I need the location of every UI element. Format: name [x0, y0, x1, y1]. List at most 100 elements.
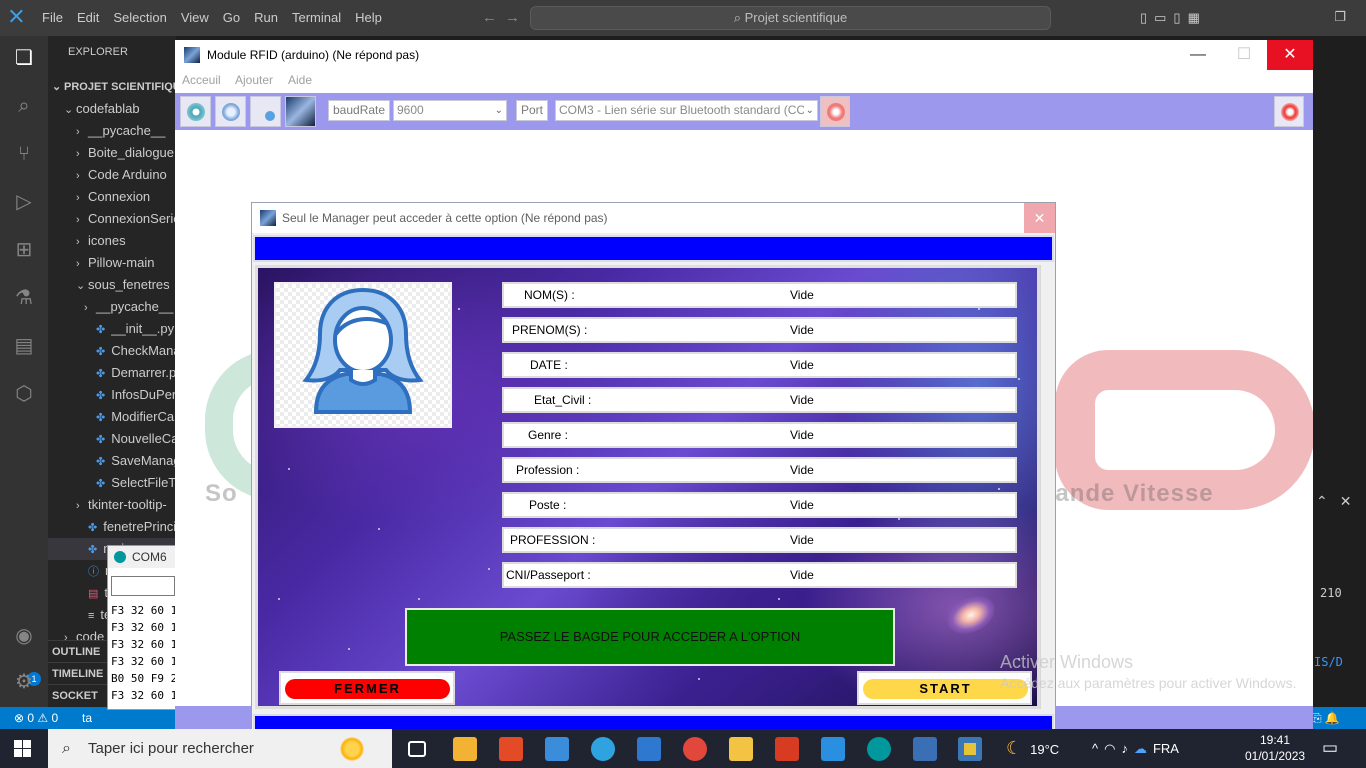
rfid-menu-acceuil[interactable]: Acceuil — [182, 73, 221, 87]
info-field-label: Poste : — [529, 498, 567, 512]
rfid-menu-aide[interactable]: Aide — [288, 73, 312, 87]
system-tray[interactable]: ^◠♪☁FRA — [1092, 729, 1179, 768]
dialog-scrollbar[interactable] — [1040, 265, 1054, 709]
explorer-item[interactable]: › Pillow-main — [48, 252, 176, 274]
menu-run[interactable]: Run — [254, 10, 278, 25]
snipping-taskbar-icon[interactable] — [913, 737, 937, 761]
explorer-item[interactable]: › __pycache__ — [48, 296, 176, 318]
settings-button[interactable] — [285, 96, 316, 127]
power-button[interactable] — [1274, 96, 1304, 127]
volume-icon[interactable]: ♪ — [1121, 741, 1134, 756]
cloud-button[interactable] — [215, 96, 246, 127]
baudrate-select[interactable]: 9600 ⌄ — [393, 100, 507, 121]
fermer-button[interactable]: FERMER — [285, 679, 450, 699]
menu-file[interactable]: File — [42, 10, 63, 25]
explorer-item[interactable]: ✤ __init__.py — [48, 318, 176, 340]
fermer-button-frame[interactable]: FERMER — [279, 671, 455, 705]
office-2-taskbar-icon[interactable] — [775, 737, 799, 761]
layout-toggle-icons[interactable]: ▯▭▯▦ — [1140, 10, 1207, 26]
nav-arrows-icon[interactable]: ←→ — [482, 9, 528, 26]
explorer-item[interactable]: › __pycache__ — [48, 120, 176, 142]
serial-monitor-window[interactable]: COM6 F3 32 60 1 F3 32 60 1 F3 32 60 1 F3 32… — [107, 545, 179, 710]
connect-button[interactable] — [820, 96, 850, 127]
explorer-item[interactable]: › tkinter-tooltip- — [48, 494, 176, 516]
explorer-item[interactable]: › Code Arduino — [48, 164, 176, 186]
edge-taskbar-icon[interactable] — [591, 737, 615, 761]
python-taskbar-icon[interactable] — [958, 737, 982, 761]
explorer-item[interactable]: ✤ InfosDuPerso — [48, 384, 176, 406]
status-icons[interactable]: ⎘ 🔔 — [1312, 707, 1340, 729]
problems-status[interactable]: ⊗ 0 ⚠ 0 — [14, 707, 58, 729]
maximize-icon[interactable]: ☐ — [1221, 40, 1267, 70]
close-icon[interactable]: ✕ — [1024, 203, 1055, 233]
language-indicator[interactable]: FRA — [1153, 741, 1179, 756]
explorer-item[interactable]: ⌄ PROJET SCIENTIFIQUE — [48, 76, 176, 98]
chevron-up-icon[interactable]: ⌃ — [1316, 493, 1340, 509]
menu-go[interactable]: Go — [223, 10, 240, 25]
mail-taskbar-icon[interactable] — [637, 737, 661, 761]
vscode-menu-bar: File Edit Selection View Go Run Terminal Help — [42, 10, 396, 25]
explorer-item[interactable]: ✤ ModifierCarte — [48, 406, 176, 428]
explorer-item[interactable]: ✤ SelectFileToRe — [48, 472, 176, 494]
office-taskbar-icon[interactable] — [499, 737, 523, 761]
info-file-icon: ⓘ — [88, 566, 99, 578]
explorer-item[interactable]: ⌄ sous_fenetres — [48, 274, 176, 296]
taskbar-search-box[interactable]: ⌕ Taper ici pour rechercher — [48, 729, 392, 768]
task-view-taskbar-icon[interactable] — [408, 741, 426, 757]
rfid-menu-ajouter[interactable]: Ajouter — [235, 73, 273, 87]
docker-icon[interactable]: ⬡ — [12, 382, 36, 406]
explorer-item[interactable]: ✤ SaveManager — [48, 450, 176, 472]
account-icon[interactable]: ◉ — [12, 624, 36, 648]
home-button[interactable] — [180, 96, 211, 127]
settings-gear-icon[interactable]: ⚙ — [12, 670, 36, 694]
add-file-button[interactable] — [250, 96, 281, 127]
file-explorer-taskbar-icon[interactable] — [729, 737, 753, 761]
menu-edit[interactable]: Edit — [77, 10, 99, 25]
minimize-icon[interactable]: — — [1175, 40, 1221, 70]
explorer-item[interactable]: ✤ CheckManager — [48, 340, 176, 362]
testing-icon[interactable]: ⚗ — [12, 286, 36, 310]
explorer-icon[interactable]: ❏ — [12, 46, 36, 70]
chrome-taskbar-icon[interactable] — [683, 737, 707, 761]
menu-selection[interactable]: Selection — [113, 10, 166, 25]
chevron-up-icon[interactable]: ^ — [1092, 741, 1104, 756]
status-extra[interactable]: ta — [82, 707, 92, 729]
terminal-link[interactable]: IS/D — [1314, 655, 1343, 669]
weather-widget[interactable]: ☾ 19°C — [1006, 729, 1059, 768]
command-center-search[interactable]: ⌕ Projet scientifique — [530, 6, 1051, 30]
menu-help[interactable]: Help — [355, 10, 382, 25]
vscode-window-controls[interactable]: ❐ — [1334, 9, 1356, 25]
serial-input-field[interactable] — [111, 576, 175, 596]
port-select[interactable]: COM3 - Lien série sur Bluetooth standard… — [555, 100, 818, 121]
arduino-taskbar-icon[interactable] — [867, 737, 891, 761]
explorer-item[interactable]: ✤ fenetrePrincipa — [48, 516, 176, 538]
run-debug-icon[interactable]: ▷ — [12, 190, 36, 214]
minimap — [1314, 62, 1360, 502]
notification-icon[interactable]: ▭ — [1322, 738, 1338, 758]
menu-terminal[interactable]: Terminal — [292, 10, 341, 25]
explorer-item[interactable]: › icones — [48, 230, 176, 252]
search-icon[interactable]: ⌕ — [12, 94, 36, 118]
remote-explorer-icon[interactable]: ▤ — [12, 334, 36, 358]
explorer-item[interactable]: › Boite_dialogue — [48, 142, 176, 164]
source-control-icon[interactable]: ⑂ — [12, 142, 36, 166]
explorer-item[interactable]: ✤ NouvelleCarte — [48, 428, 176, 450]
explorer-item[interactable]: › ConnexionSerie — [48, 208, 176, 230]
onedrive-icon[interactable]: ☁ — [1134, 741, 1153, 756]
explorer-item[interactable]: › Connexion — [48, 186, 176, 208]
extensions-icon[interactable]: ⊞ — [12, 238, 36, 262]
taskbar-clock[interactable]: 19:41 01/01/2023 — [1245, 732, 1305, 764]
clock-time: 19:41 — [1259, 733, 1291, 747]
photos-taskbar-icon[interactable] — [545, 737, 569, 761]
vscode-taskbar-icon[interactable] — [821, 737, 845, 761]
explorer-item[interactable]: ⌄ codefablab — [48, 98, 176, 120]
wifi-icon[interactable]: ◠ — [1104, 741, 1121, 756]
explorer-item[interactable]: ✤ Demarrer.py — [48, 362, 176, 384]
menu-view[interactable]: View — [181, 10, 209, 25]
close-icon[interactable]: ✕ — [1267, 40, 1313, 70]
windows-start-icon[interactable] — [14, 740, 31, 757]
store-taskbar-icon[interactable] — [453, 737, 477, 761]
panel-controls[interactable]: ⌃✕ — [1316, 493, 1363, 510]
explorer-item-label: SelectFileToRe — [111, 475, 176, 490]
close-icon[interactable]: ✕ — [1340, 493, 1364, 509]
